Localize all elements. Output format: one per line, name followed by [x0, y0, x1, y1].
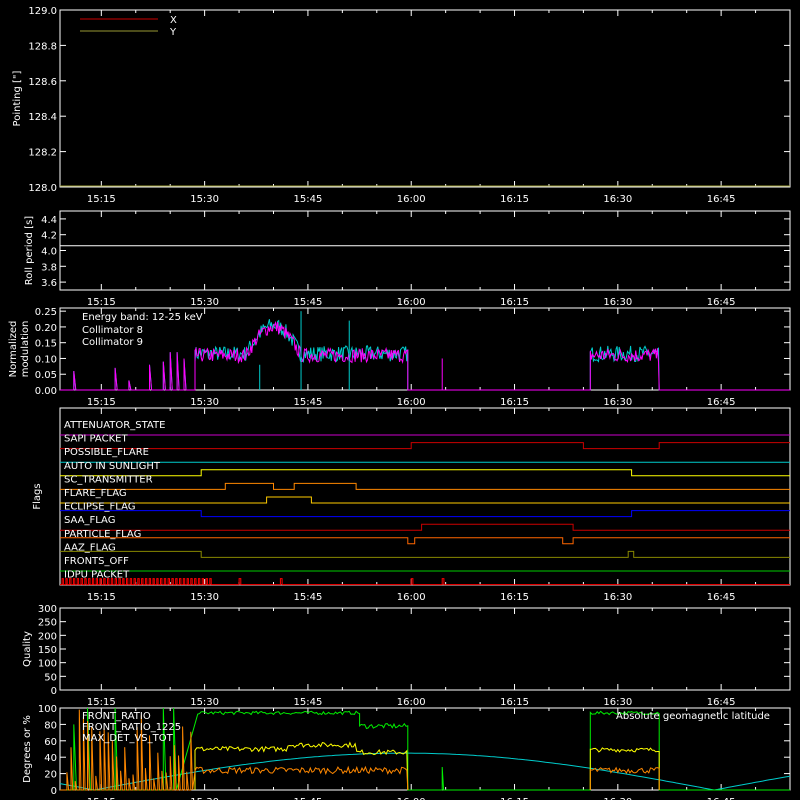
y-tick-label: 0.20 — [35, 323, 57, 334]
flag-label-aaz-flag: AAZ_FLAG — [64, 542, 116, 553]
x-tick-label: 15:15 — [87, 194, 116, 205]
y-tick-label: 128.8 — [28, 41, 57, 52]
y-axis-label: Degrees or % — [22, 715, 33, 783]
y-tick-label: 129.0 — [28, 6, 57, 17]
y-axis-label: Roll period [s] — [24, 216, 35, 285]
y-tick-label: 0.15 — [35, 339, 57, 350]
x-tick-label: 15:15 — [87, 297, 116, 308]
y-tick-label: 3.6 — [41, 278, 57, 289]
y-tick-label: 0.05 — [35, 370, 57, 381]
y-tick-label: 150 — [38, 645, 57, 656]
x-tick-label: 16:00 — [397, 297, 426, 308]
legend-label-max-det-vs-tot: MAX_DET_VS_TOT — [82, 733, 174, 744]
y-tick-label: 60 — [44, 737, 57, 748]
x-tick-label: 15:30 — [190, 297, 219, 308]
y-tick-label: 0.00 — [35, 386, 57, 397]
y-tick-label: 0.10 — [35, 354, 57, 365]
y-tick-label: 4.2 — [41, 231, 57, 242]
flag-label-flare-flag: FLARE_FLAG — [64, 488, 127, 499]
energy-band-annotation: Energy band: 12-25 keV — [82, 312, 203, 323]
x-tick-label: 15:15 — [87, 697, 116, 708]
y-tick-label: 128.6 — [28, 77, 57, 88]
x-tick-label: 16:30 — [603, 194, 632, 205]
x-tick-label: 16:30 — [603, 697, 632, 708]
geomagnetic-latitude-label: Absolute geomagnetic latitude — [616, 711, 770, 722]
y-axis-label: Flags — [32, 483, 43, 509]
y-tick-label: 40 — [44, 753, 57, 764]
legend-label-x: X — [170, 15, 177, 26]
y-tick-label: 200 — [38, 631, 57, 642]
x-tick-label: 15:15 — [87, 397, 116, 408]
y-axis-label: modulation — [20, 321, 31, 378]
y-tick-label: 128.2 — [28, 148, 57, 159]
y-tick-label: 50 — [44, 672, 57, 683]
y-tick-label: 250 — [38, 618, 57, 629]
x-tick-label: 16:15 — [500, 297, 529, 308]
x-tick-label: 16:15 — [500, 697, 529, 708]
legend-label-collimator-9: Collimator 9 — [82, 337, 143, 348]
x-tick-label: 16:00 — [397, 194, 426, 205]
flag-label-sapi-packet: SAPI PACKET — [64, 434, 128, 445]
flag-label-fronts-off: FRONTS_OFF — [64, 556, 129, 567]
x-tick-label: 15:45 — [294, 397, 323, 408]
y-tick-label: 128.0 — [28, 183, 57, 194]
y-tick-label: 128.4 — [28, 112, 57, 123]
y-tick-label: 80 — [44, 720, 57, 731]
x-tick-label: 16:15 — [500, 592, 529, 603]
x-tick-label: 15:45 — [294, 194, 323, 205]
x-tick-label: 16:00 — [397, 397, 426, 408]
x-tick-label: 16:45 — [707, 592, 736, 603]
flag-label-particle-flag: PARTICLE_FLAG — [64, 529, 141, 540]
y-tick-label: 4.4 — [41, 215, 57, 226]
x-tick-label: 16:00 — [397, 697, 426, 708]
y-tick-label: 0 — [51, 686, 57, 697]
x-tick-label: 15:45 — [294, 697, 323, 708]
flag-label-idpu-packet: IDPU PACKET — [64, 570, 130, 581]
flag-label-saa-flag: SAA_FLAG — [64, 515, 115, 526]
x-tick-label: 16:45 — [707, 697, 736, 708]
y-axis-label: Normalized — [8, 321, 19, 378]
x-tick-label: 15:30 — [190, 397, 219, 408]
y-tick-label: 4.0 — [41, 247, 57, 258]
legend-label-y: Y — [169, 27, 177, 38]
x-tick-label: 16:45 — [707, 397, 736, 408]
housekeeping-figure: 15:15 15:30 15:45 16:00 16:15 16:30 16:45 128.0… — [0, 0, 800, 800]
x-tick-label: 16:30 — [603, 397, 632, 408]
x-tick-label: 15:30 — [190, 697, 219, 708]
y-tick-label: 3.8 — [41, 262, 57, 273]
x-tick-label: 15:30 — [190, 592, 219, 603]
flag-label-sc-transmitter: SC_TRANSMITTER — [64, 474, 153, 485]
flag-label-auto-in-sunlight: AUTO IN SUNLIGHT — [64, 461, 161, 472]
x-tick-label: 15:15 — [87, 592, 116, 603]
y-tick-label: 20 — [44, 770, 57, 781]
x-tick-label: 16:45 — [707, 194, 736, 205]
y-axis-label: Pointing ["] — [12, 70, 23, 126]
x-tick-label: 16:15 — [500, 397, 529, 408]
y-tick-label: 100 — [38, 659, 57, 670]
x-tick-label: 15:30 — [190, 194, 219, 205]
y-tick-label: 300 — [38, 604, 57, 615]
x-tick-label: 16:15 — [500, 194, 529, 205]
legend-label-front-ratio: FRONT_RATIO — [82, 711, 151, 722]
x-tick-label: 15:45 — [294, 592, 323, 603]
legend-label-collimator-8: Collimator 8 — [82, 325, 143, 336]
x-tick-label: 16:30 — [603, 297, 632, 308]
y-tick-label: 0 — [51, 786, 57, 797]
x-tick-label: 15:45 — [294, 297, 323, 308]
flag-label-attenuator-state: ATTENUATOR_STATE — [64, 420, 165, 431]
flag-label-possible-flare: POSSIBLE_FLARE — [64, 447, 149, 458]
y-tick-label: 100 — [38, 704, 57, 715]
flag-label-eclipse-flag: ECLIPSE_FLAG — [64, 502, 135, 513]
x-tick-label: 16:30 — [603, 592, 632, 603]
x-tick-label: 16:00 — [397, 592, 426, 603]
y-axis-label: Quality — [22, 631, 33, 667]
x-tick-label: 16:45 — [707, 297, 736, 308]
y-tick-label: 0.25 — [35, 307, 57, 318]
legend-label-front-ratio-1225: FRONT_RATIO_1225 — [82, 722, 181, 733]
